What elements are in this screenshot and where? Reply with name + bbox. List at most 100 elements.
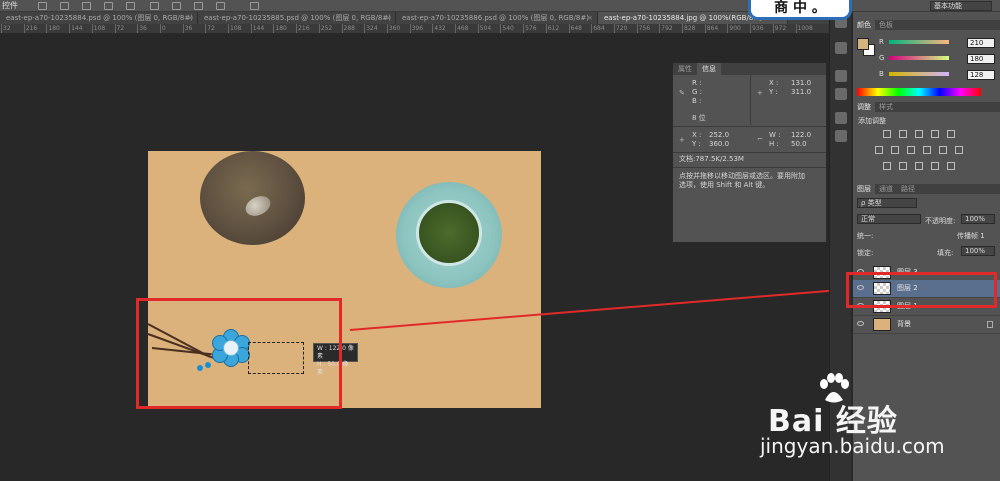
ruler-tick: 504 <box>477 24 492 33</box>
highlight-box <box>846 272 997 308</box>
paragraph-icon[interactable] <box>835 130 847 142</box>
info-y2: 360.0 <box>709 140 730 148</box>
layer-filter-select[interactable]: ρ 类型 <box>857 198 917 208</box>
layer-thumbnail <box>873 318 891 331</box>
ruler-tick: 1008 <box>795 24 813 33</box>
ruler-tick: 324 <box>364 24 378 33</box>
ruler-tick: 216 <box>23 24 38 33</box>
posterize-icon[interactable] <box>899 162 907 170</box>
foreground-color-swatch[interactable] <box>857 38 869 50</box>
tab-properties[interactable]: 属性 <box>673 63 697 75</box>
unify-label: 统一: <box>857 232 874 240</box>
info-icon[interactable] <box>835 88 847 100</box>
align-icon[interactable] <box>60 2 69 10</box>
tool-label: 控件 <box>2 1 18 10</box>
brightness-icon[interactable] <box>883 130 891 138</box>
distribute-icon[interactable] <box>172 2 181 10</box>
blend-mode-select[interactable]: 正常 <box>857 214 921 224</box>
info-x: 131.0 <box>791 79 812 87</box>
brush-icon[interactable] <box>835 112 847 124</box>
baidu-jingyan-watermark: Bai 经验 jingyan.baidu.com <box>756 372 956 462</box>
ruler-tick: 684 <box>591 24 605 33</box>
levels-icon[interactable] <box>899 130 907 138</box>
info-y2-label: Y : <box>692 140 701 148</box>
pointer-arrow <box>349 283 846 331</box>
history-icon[interactable] <box>835 42 847 54</box>
tab-swatches[interactable]: 色板 <box>875 20 897 30</box>
ruler-tick: 396 <box>409 24 424 33</box>
close-icon[interactable]: × <box>187 12 193 24</box>
info-x2: 252.0 <box>709 131 730 139</box>
eye-icon[interactable] <box>857 321 864 326</box>
ruler-tick: 288 <box>341 24 355 33</box>
align-icon[interactable] <box>104 2 113 10</box>
tab-channels[interactable]: 通道 <box>875 184 897 194</box>
tab-paths[interactable]: 路径 <box>897 184 919 194</box>
tab-info[interactable]: 信息 <box>697 63 721 75</box>
align-icon[interactable] <box>126 2 135 10</box>
3d-mode-icon[interactable] <box>250 2 259 10</box>
tab-label: east-ep-a70-10235884.psd @ 100% (图层 0, R… <box>6 14 193 22</box>
info-x2-label: X : <box>692 131 702 139</box>
invert-icon[interactable] <box>883 162 891 170</box>
tab-styles[interactable]: 样式 <box>875 102 897 112</box>
info-w: 122.0 <box>791 131 812 139</box>
threshold-icon[interactable] <box>915 162 923 170</box>
info-w-label: W : <box>769 131 781 139</box>
document-tab[interactable]: east-ep-a70-10235885.psd @ 100% (图层 0, R… <box>198 12 396 24</box>
align-icon[interactable] <box>82 2 91 10</box>
distribute-icon[interactable] <box>216 2 225 10</box>
distribute-icon[interactable] <box>150 2 159 10</box>
r-slider[interactable] <box>889 40 949 44</box>
teapot-lid-image <box>200 151 305 245</box>
b-slider[interactable] <box>889 72 949 76</box>
r-value[interactable]: 210 <box>967 38 995 48</box>
selective-color-icon[interactable] <box>947 162 955 170</box>
tab-layers[interactable]: 图层 <box>853 184 875 194</box>
photo-filter-icon[interactable] <box>923 146 931 154</box>
layer-row[interactable]: 背景 <box>853 316 1000 334</box>
ruler-tick: 32 <box>1 24 11 33</box>
tab-color[interactable]: 颜色 <box>853 20 875 30</box>
document-tab[interactable]: east-ep-a70-10235884.psd @ 100% (图层 0, R… <box>0 12 198 24</box>
g-slider[interactable] <box>889 56 949 60</box>
tea-leaves <box>416 200 482 266</box>
doc-size: 文档:787.5K/2.53M <box>679 155 744 163</box>
curves-icon[interactable] <box>915 130 923 138</box>
vibrance-icon[interactable] <box>947 130 955 138</box>
ruler-tick: 144 <box>69 24 83 33</box>
hue-icon[interactable] <box>875 146 883 154</box>
align-icon[interactable] <box>38 2 47 10</box>
distribute-icon[interactable] <box>194 2 203 10</box>
document-tab[interactable]: east-ep-a70-10235886.psd @ 100% (图层 0, R… <box>396 12 598 24</box>
gradient-map-icon[interactable] <box>931 162 939 170</box>
opacity-input[interactable]: 100% <box>961 214 995 224</box>
opacity-label: 不透明度: <box>925 217 956 225</box>
ruler-tick: 36 <box>137 24 147 33</box>
ruler-tick: 72 <box>114 24 125 33</box>
ruler-tick: 180 <box>273 24 287 33</box>
lid-knob <box>242 192 274 220</box>
ruler-tick: 792 <box>659 24 673 33</box>
exposure-icon[interactable] <box>931 130 939 138</box>
fill-input[interactable]: 100% <box>961 246 995 256</box>
color-spectrum[interactable] <box>857 88 981 96</box>
mixer-icon[interactable] <box>939 146 947 154</box>
bw-icon[interactable] <box>907 146 915 154</box>
g-value[interactable]: 180 <box>967 54 995 64</box>
tab-adjustments[interactable]: 调整 <box>853 102 875 112</box>
ruler-tick: 0 <box>159 24 166 33</box>
color-balance-icon[interactable] <box>891 146 899 154</box>
lock-icon <box>987 321 993 328</box>
ruler-tick: 576 <box>523 24 537 33</box>
lookup-icon[interactable] <box>955 146 963 154</box>
ruler-tick: 432 <box>432 24 446 33</box>
b-value[interactable]: 128 <box>967 70 995 80</box>
close-icon[interactable]: × <box>587 12 593 24</box>
propagate-frame[interactable]: 传播帧 1 <box>957 231 985 241</box>
horizontal-ruler[interactable]: 32 216 180 144 108 72 36 0 36 72 108 144 180 216 252 28… <box>0 24 830 34</box>
workspace-select[interactable]: 基本功能 <box>930 1 992 11</box>
tab-label: east-ep-a70-10235885.psd @ 100% (图层 0, R… <box>204 14 391 22</box>
close-icon[interactable]: × <box>385 12 391 24</box>
actions-icon[interactable] <box>835 70 847 82</box>
